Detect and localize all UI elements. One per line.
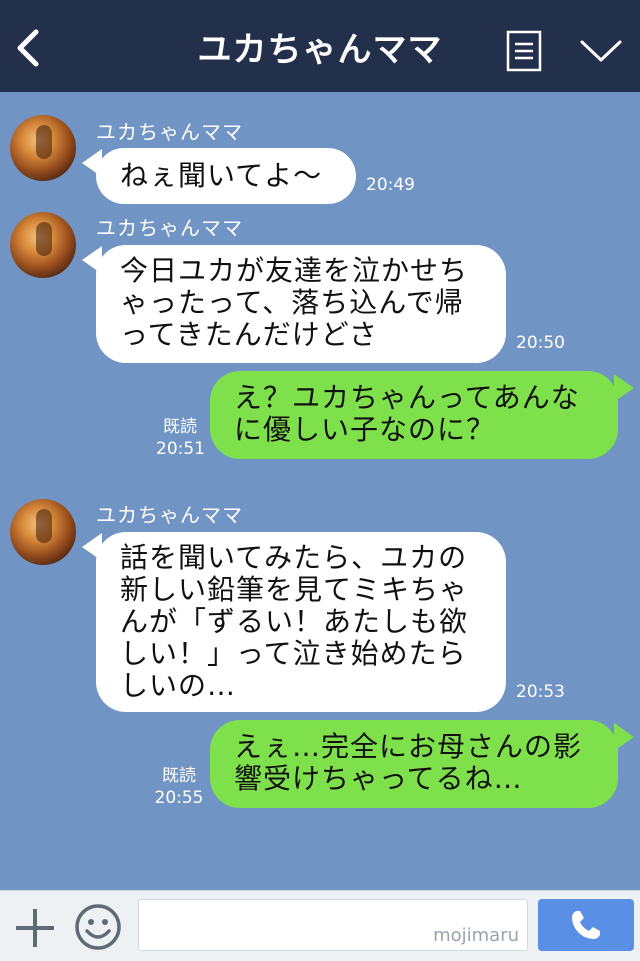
message-bubble-incoming: ねぇ聞いてよ〜 xyxy=(96,148,356,204)
message-bubble-incoming: 今日ユカが友達を泣かせち ゃったって、落ち込んで帰 ってきたんだけどさ xyxy=(96,245,506,363)
list-icon xyxy=(506,30,542,72)
dropdown-button[interactable] xyxy=(578,36,624,66)
chat-area[interactable]: ユカちゃんママ ねぇ聞いてよ〜 20:49 ユカちゃんママ 今日ユカが友達を泣か… xyxy=(0,92,640,890)
read-label: 既読 xyxy=(162,766,196,786)
message-time: 20:51 xyxy=(156,439,205,459)
avatar[interactable] xyxy=(10,115,76,181)
chevron-down-icon xyxy=(580,40,622,62)
message-time: 20:50 xyxy=(516,333,565,353)
chat-title: ユカちゃんママ xyxy=(197,30,443,70)
bubble-tail xyxy=(614,374,634,402)
message-input[interactable]: mojimaru xyxy=(138,899,528,951)
message-bubble-outgoing: え？ユカちゃんってあんな に優しい子なのに？ xyxy=(210,371,618,459)
sender-name: ユカちゃんママ xyxy=(96,216,243,240)
chat-header: ユカちゃんママ xyxy=(0,0,640,92)
message-bubble-outgoing: えぇ…完全にお母さんの影 響受けちゃってるね… xyxy=(210,720,618,808)
bubble-tail xyxy=(614,723,634,751)
watermark: mojimaru xyxy=(433,925,519,946)
sender-name: ユカちゃんママ xyxy=(96,120,243,144)
smiley-icon xyxy=(75,904,121,950)
avatar[interactable] xyxy=(10,212,76,278)
plus-icon xyxy=(16,909,54,947)
input-bar: mojimaru xyxy=(0,890,640,961)
sender-name: ユカちゃんママ xyxy=(96,503,243,527)
message-time: 20:49 xyxy=(366,175,415,195)
call-button[interactable] xyxy=(538,899,634,951)
emoji-button[interactable] xyxy=(74,903,122,951)
avatar[interactable] xyxy=(10,499,76,565)
phone-icon xyxy=(572,911,600,939)
read-receipt: 既読 20:51 xyxy=(156,416,205,460)
message-bubble-incoming: 話を聞いてみたら、ユカの 新しい鉛筆を見てミキちゃ んが「ずるい！あたしも欲 し… xyxy=(96,532,506,712)
message-time: 20:55 xyxy=(154,788,204,808)
read-receipt: 既読 20:55 xyxy=(154,765,204,809)
add-button[interactable] xyxy=(14,907,56,949)
message-time: 20:53 xyxy=(516,682,565,702)
read-label: 既読 xyxy=(163,417,197,437)
menu-button[interactable] xyxy=(506,30,542,72)
